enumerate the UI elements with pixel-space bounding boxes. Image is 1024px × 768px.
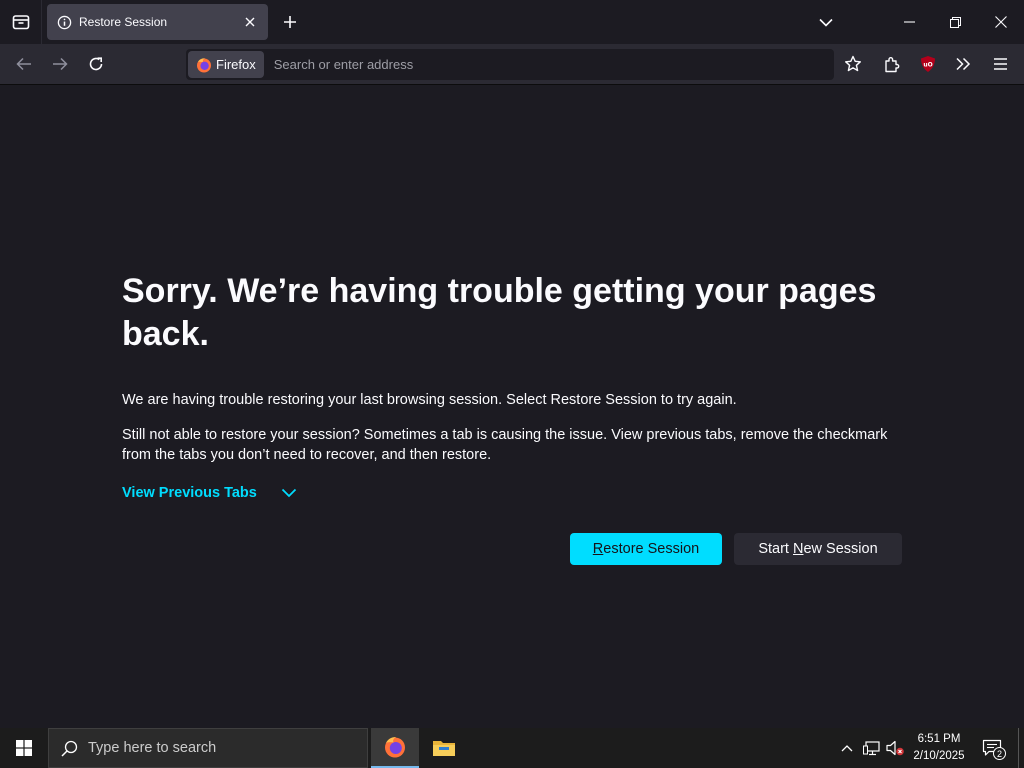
help-paragraph: Still not able to restore your session? …: [122, 427, 888, 463]
new-session-accesskey: N: [793, 541, 804, 557]
new-session-label-before: Start: [758, 541, 793, 557]
page-content: Sorry. We’re having trouble getting your…: [0, 85, 1024, 728]
restore-session-button[interactable]: Restore Session: [570, 533, 722, 565]
show-desktop-button[interactable]: [1018, 728, 1024, 768]
show-hidden-icons-chevron-icon[interactable]: [836, 728, 858, 768]
firefox-logo-icon: [196, 57, 212, 73]
restore-label: estore Session: [603, 541, 700, 557]
clock-time: 6:51 PM: [917, 733, 961, 745]
windows-start-icon[interactable]: [0, 728, 48, 768]
minimize-icon[interactable]: [886, 0, 932, 44]
address-bar[interactable]: Firefox: [186, 49, 834, 80]
identity-label: Firefox: [216, 57, 256, 72]
taskbar-search-box[interactable]: Type here to search: [48, 728, 368, 768]
notification-count-badge: 2: [993, 747, 1006, 760]
reload-icon[interactable]: [81, 49, 111, 79]
view-previous-tabs-label: View Previous Tabs: [122, 485, 257, 501]
ublock-origin-icon[interactable]: uO: [913, 49, 943, 79]
taskbar-clock[interactable]: 6:51 PM 2/10/2025: [906, 730, 972, 766]
plus-icon[interactable]: [276, 8, 304, 36]
start-new-session-button[interactable]: Start New Session: [734, 533, 902, 565]
new-session-label-after: ew Session: [803, 541, 878, 557]
file-explorer-icon[interactable]: [420, 728, 468, 768]
clock-date: 2/10/2025: [913, 750, 965, 762]
network-icon[interactable]: [860, 728, 882, 768]
description-paragraph: We are having trouble restoring your las…: [122, 392, 737, 408]
tab-list-icon[interactable]: [0, 0, 42, 44]
identity-box[interactable]: Firefox: [188, 51, 264, 78]
chevron-down-icon[interactable]: [812, 8, 840, 36]
tab-title: Restore Session: [79, 15, 168, 29]
hamburger-menu-icon[interactable]: [985, 49, 1015, 79]
firefox-icon[interactable]: [371, 728, 419, 768]
back-arrow-icon[interactable]: [9, 49, 39, 79]
tab-strip: Restore Session: [0, 0, 1024, 45]
chevron-down-icon: [257, 488, 297, 498]
windows-taskbar: Type here to search 6:51 PM 2/10/2025 2: [0, 728, 1024, 768]
page-title: Sorry. We’re having trouble getting your…: [122, 272, 877, 353]
taskbar-search-placeholder: Type here to search: [88, 740, 217, 756]
restore-accesskey: R: [592, 541, 604, 557]
svg-text:uO: uO: [923, 62, 932, 69]
close-icon[interactable]: [238, 10, 262, 34]
bookmark-star-icon[interactable]: [838, 49, 868, 79]
overflow-chevrons-icon[interactable]: [948, 49, 978, 79]
search-icon: [61, 740, 78, 757]
restore-icon[interactable]: [932, 0, 978, 44]
close-window-icon[interactable]: [978, 0, 1024, 44]
info-icon: [57, 15, 72, 30]
tab-restore-session[interactable]: Restore Session: [47, 4, 268, 40]
view-previous-tabs-toggle[interactable]: View Previous Tabs: [122, 485, 297, 501]
volume-muted-icon[interactable]: [884, 728, 906, 768]
navigation-toolbar: Firefox uO: [0, 45, 1024, 85]
extensions-icon[interactable]: [877, 49, 907, 79]
url-input[interactable]: [271, 56, 816, 73]
forward-arrow-icon[interactable]: [45, 49, 75, 79]
